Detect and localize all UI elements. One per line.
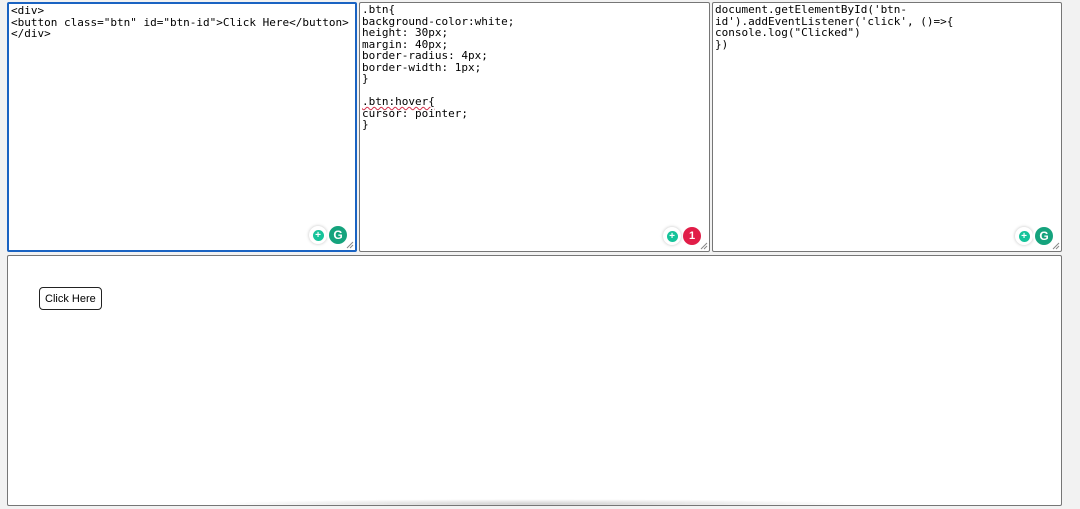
click-here-button[interactable]: Click Here — [39, 287, 102, 310]
grammarly-widget[interactable]: + G — [1015, 227, 1053, 245]
js-editor[interactable]: document.getElementById('btn- id').addEv… — [712, 2, 1062, 252]
code-line: } — [362, 118, 369, 131]
grammarly-logo-icon[interactable]: G — [329, 226, 347, 244]
bottom-shadow — [208, 499, 861, 505]
resize-handle-icon[interactable] — [700, 242, 708, 250]
code-line: console.log("Clicked") — [715, 26, 861, 39]
grammarly-widget[interactable]: + 1 — [663, 227, 701, 245]
code-line: } — [362, 72, 369, 85]
preview-frame: Click Here — [7, 255, 1062, 506]
code-line: <button class="btn" id="btn-id">Click He… — [11, 15, 349, 29]
code-line: </div> — [11, 27, 51, 40]
grammarly-plus-icon[interactable]: + — [1015, 227, 1033, 245]
html-code[interactable]: <div> <button class="btn" id="btn-id">Cl… — [9, 4, 355, 41]
grammarly-widget[interactable]: + G — [309, 226, 347, 244]
css-code[interactable]: .btn{ background-color:white; height: 30… — [360, 3, 709, 132]
code-line: border-width: 1px; — [362, 60, 482, 74]
grammarly-plus-icon[interactable]: + — [663, 227, 681, 245]
grammarly-plus-icon[interactable]: + — [309, 226, 327, 244]
css-editor[interactable]: .btn{ background-color:white; height: 30… — [359, 2, 710, 252]
code-line: cursor: pointer; — [362, 106, 468, 120]
grammarly-logo-icon[interactable]: G — [1035, 227, 1053, 245]
grammarly-issue-count-badge[interactable]: 1 — [683, 227, 701, 245]
code-line: }) — [715, 37, 729, 51]
js-code[interactable]: document.getElementById('btn- id').addEv… — [713, 3, 1061, 51]
resize-handle-icon[interactable] — [1052, 242, 1060, 250]
html-editor[interactable]: <div> <button class="btn" id="btn-id">Cl… — [7, 2, 357, 252]
resize-handle-icon[interactable] — [346, 241, 354, 249]
